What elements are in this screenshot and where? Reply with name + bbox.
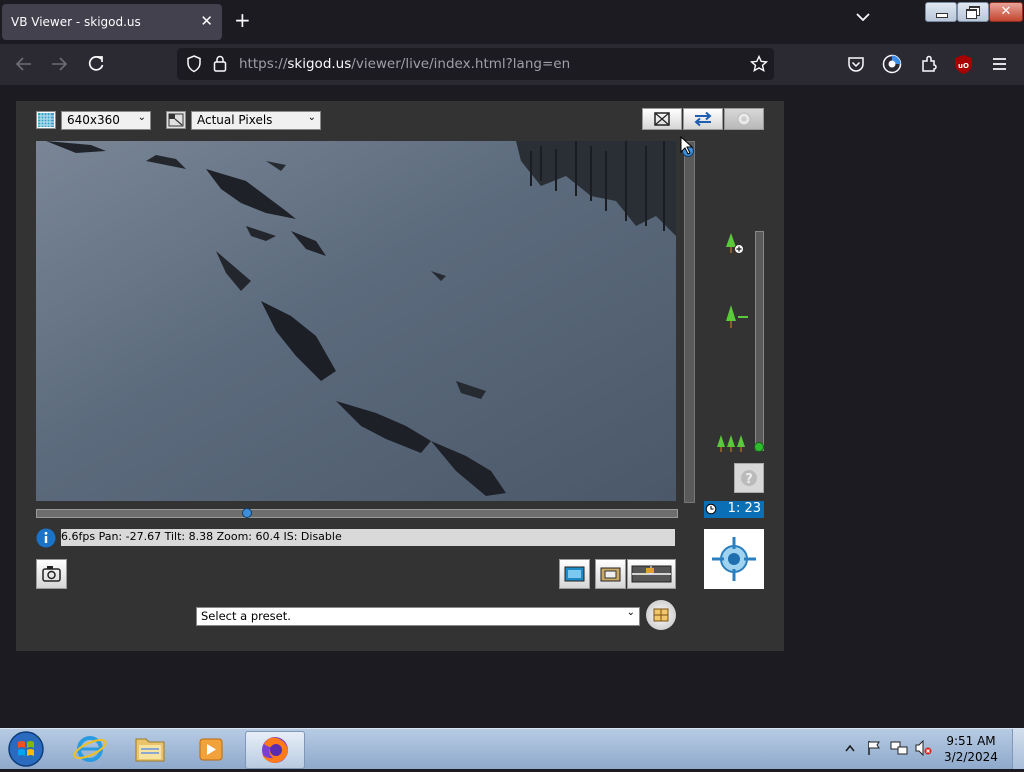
back-icon[interactable] [14, 56, 32, 72]
title-bar: VB Viewer - skigod.us ✕ + ✕ [0, 0, 1024, 44]
preset-grid-icon [653, 608, 669, 622]
url-host: skigod.us [287, 56, 352, 72]
joystick-icon [737, 112, 751, 126]
swap-button[interactable] [683, 108, 723, 130]
show-hidden-icons[interactable] [845, 744, 855, 752]
pan-slider[interactable] [36, 509, 678, 518]
snow-slope-image [36, 141, 676, 501]
menu-icon[interactable] [992, 57, 1007, 71]
status-bar: 6.6fps Pan: -27.67 Tilt: 8.38 Zoom: 60.4… [61, 529, 675, 546]
timer-display: 1: 23 [704, 501, 764, 518]
resolution-value: 640x360 [67, 113, 120, 127]
show-desktop-button[interactable] [1012, 729, 1024, 769]
volume-muted-icon[interactable] [914, 740, 932, 756]
forward-icon[interactable] [51, 56, 69, 72]
action-center-flag-icon[interactable] [866, 740, 882, 756]
swap-arrows-icon [694, 111, 712, 127]
url-path: /viewer/live/index.html?lang=en [351, 56, 571, 72]
camera-icon [42, 566, 61, 582]
timer-value: 1: 23 [727, 501, 761, 516]
resolution-icon [36, 111, 56, 129]
minimize-button[interactable] [925, 2, 957, 22]
camera-control-icon: ? [741, 470, 757, 487]
split-view-icon [631, 565, 672, 583]
ublock-icon[interactable]: uO [954, 54, 973, 75]
svg-text:uO: uO [958, 62, 969, 70]
view-mode-1-button[interactable] [559, 559, 590, 589]
svg-text:?: ? [745, 472, 753, 487]
mouse-cursor-icon [680, 136, 694, 155]
clock-icon [705, 503, 717, 515]
close-window-button[interactable]: ✕ [989, 2, 1023, 22]
view-mode-3-button[interactable] [627, 559, 676, 589]
navigation-bar: https://skigod.us/viewer/live/index.html… [0, 44, 1024, 85]
taskbar-file-explorer[interactable] [122, 731, 178, 767]
restore-button[interactable] [957, 2, 989, 22]
ptz-disabled-button[interactable] [724, 108, 764, 130]
scale-select[interactable]: Actual Pixels ⌄ [191, 111, 321, 130]
taskbar-media-player[interactable] [183, 731, 239, 767]
resolution-select[interactable]: 640x360 ⌄ [61, 111, 151, 130]
chevron-down-icon: ⌄ [626, 607, 635, 618]
shield-icon[interactable] [186, 55, 202, 73]
view-mode-2-button[interactable] [595, 559, 626, 589]
chevron-down-icon: ⌄ [137, 112, 146, 123]
tilt-slider[interactable] [684, 141, 695, 503]
info-icon [36, 528, 56, 548]
list-tabs-icon[interactable] [856, 12, 870, 22]
internet-explorer-icon [73, 736, 107, 762]
taskbar-clock[interactable]: 9:51 AM 3/2/2024 [938, 733, 1004, 765]
reload-icon[interactable] [87, 55, 105, 73]
media-player-icon [199, 738, 223, 761]
pocket-icon[interactable] [847, 56, 865, 73]
preset-placeholder: Select a preset. [201, 609, 291, 623]
folder-icon [135, 738, 165, 762]
chevron-down-icon: ⌄ [307, 112, 316, 123]
tab-title: VB Viewer - skigod.us [11, 15, 141, 29]
crosshair-icon [712, 537, 756, 581]
camera-video-feed[interactable] [36, 141, 676, 501]
firefox-icon [262, 737, 288, 763]
lock-icon[interactable] [213, 55, 227, 72]
new-tab-button[interactable]: + [234, 10, 251, 30]
extensions-icon[interactable] [920, 55, 938, 73]
browser-tab[interactable]: VB Viewer - skigod.us ✕ [2, 4, 222, 40]
close-tab-icon[interactable]: ✕ [200, 12, 213, 30]
url-prefix: https:// [239, 56, 288, 72]
address-bar[interactable]: https://skigod.us/viewer/live/index.html… [177, 48, 774, 80]
camera-viewer-panel: 640x360 ⌄ Actual Pixels ⌄ ? 1: 23 6.6fps… [16, 101, 784, 651]
monitor-icon [564, 566, 585, 582]
taskbar-internet-explorer[interactable] [62, 731, 118, 767]
network-icon[interactable] [890, 740, 908, 756]
windows-taskbar: 9:51 AM 3/2/2024 [0, 728, 1024, 769]
clock-time: 9:51 AM [946, 734, 996, 748]
fullscreen-button[interactable] [642, 108, 682, 130]
zoom-slider-thumb[interactable] [753, 441, 765, 453]
clock-date: 3/2/2024 [944, 750, 998, 764]
bookmark-star-icon[interactable] [750, 55, 768, 73]
zoom-out-icon[interactable] [716, 433, 748, 453]
url-text[interactable]: https://skigod.us/viewer/live/index.html… [239, 56, 570, 72]
scale-icon [166, 111, 186, 129]
zoom-slider[interactable] [755, 231, 764, 451]
page-content: 640x360 ⌄ Actual Pixels ⌄ ? 1: 23 6.6fps… [0, 85, 1024, 728]
status-text: 6.6fps Pan: -27.67 Tilt: 8.38 Zoom: 60.4… [61, 530, 342, 543]
frame-icon [600, 567, 621, 582]
ptz-control-button[interactable] [704, 529, 764, 589]
pan-slider-thumb[interactable] [240, 507, 254, 519]
start-button[interactable] [6, 730, 46, 768]
zoom-mid-icon[interactable] [722, 303, 750, 331]
account-icon[interactable] [882, 54, 902, 74]
camera-control-button[interactable]: ? [734, 463, 764, 493]
scale-value: Actual Pixels [197, 113, 273, 127]
zoom-in-icon[interactable] [722, 231, 746, 259]
preset-select[interactable]: Select a preset. ⌄ [196, 607, 640, 626]
snapshot-button[interactable] [36, 559, 67, 589]
taskbar-firefox[interactable] [245, 731, 305, 769]
fullscreen-icon [654, 112, 670, 126]
preset-go-button[interactable] [646, 600, 676, 630]
